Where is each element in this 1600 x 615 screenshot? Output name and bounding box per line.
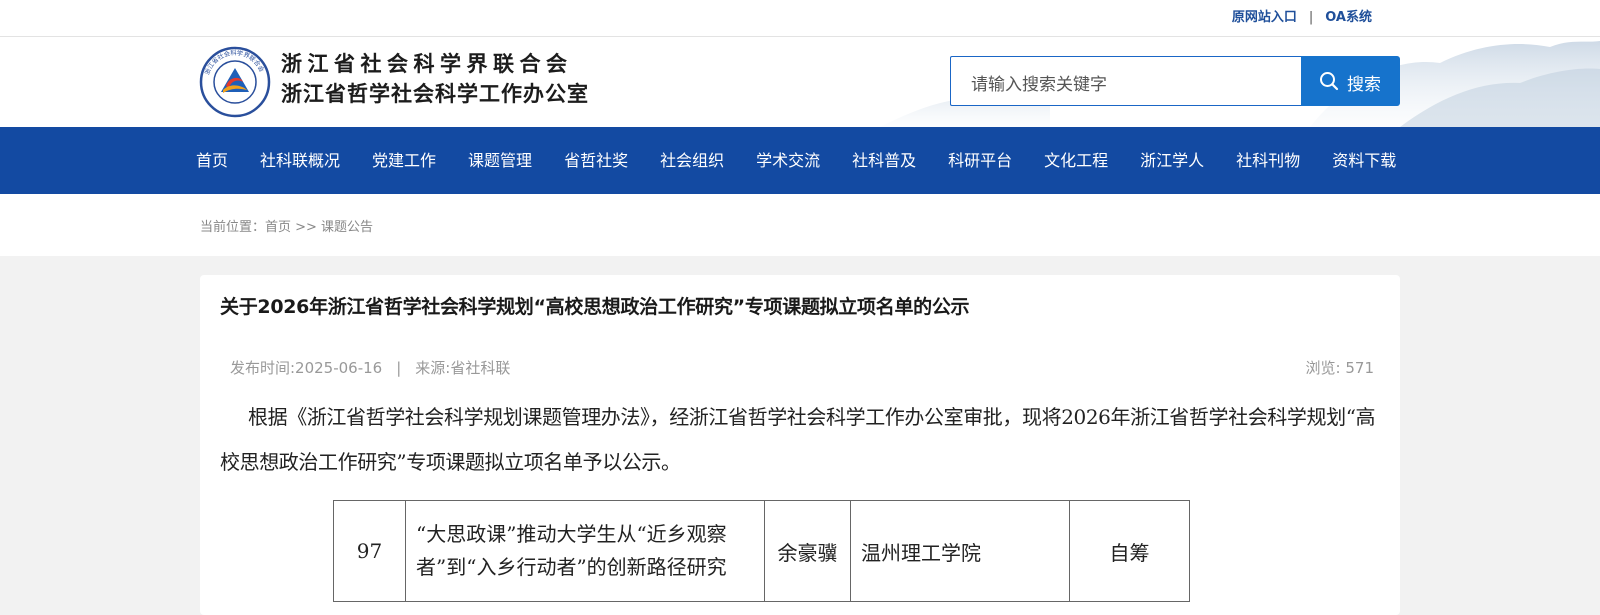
oa-system-link[interactable]: OA系统 xyxy=(1325,10,1372,25)
nav-item-downloads[interactable]: 资料下载 xyxy=(1316,127,1412,194)
search-placeholder: 请输入搜索关键字 xyxy=(971,75,1107,95)
article-title: 关于2026年浙江省哲学社会科学规划“高校思想政治工作研究”专项课题拟立项名单的… xyxy=(220,296,970,318)
search-input[interactable]: 请输入搜索关键字 xyxy=(950,56,1301,106)
project-topic: “大思政课”推动大学生从“近乡观察者”到“入乡行动者”的创新路径研究 xyxy=(405,500,765,602)
nav-item-journals[interactable]: 社科刊物 xyxy=(1220,127,1316,194)
org-name-line2: 浙江省哲学社会科学工作办公室 xyxy=(281,82,589,106)
nav-item-research-platform[interactable]: 科研平台 xyxy=(932,127,1028,194)
top-links-separator: | xyxy=(1308,10,1314,25)
search-button[interactable]: 搜索 xyxy=(1301,56,1400,106)
org-name-line1: 浙江省社会科学界联合会 xyxy=(281,52,573,76)
article-source: 来源:省社科联 xyxy=(415,359,511,377)
table-row: 97 “大思政课”推动大学生从“近乡观察者”到“入乡行动者”的创新路径研究 余豪… xyxy=(333,500,1190,602)
project-table: 97 “大思政课”推动大学生从“近乡观察者”到“入乡行动者”的创新路径研究 余豪… xyxy=(333,500,1190,602)
nav-item-academic-exchange[interactable]: 学术交流 xyxy=(740,127,836,194)
project-funding: 自筹 xyxy=(1069,500,1190,602)
publish-time: 发布时间:2025-06-16 xyxy=(230,359,383,377)
project-leader: 余豪骥 xyxy=(764,500,851,602)
breadcrumb-bar: 当前位置：首页 >> 课题公告 xyxy=(0,194,1600,256)
view-count: 浏览: 571 xyxy=(1305,359,1374,377)
search-button-label: 搜索 xyxy=(1347,75,1381,95)
nav-item-provincial-award[interactable]: 省哲社奖 xyxy=(548,127,644,194)
nav-item-overview[interactable]: 社科联概况 xyxy=(244,127,356,194)
search-bar: 请输入搜索关键字 搜索 xyxy=(950,56,1400,106)
nav-item-home[interactable]: 首页 xyxy=(180,127,244,194)
site-header: 浙江省社会科学界联合会 浙江省社会科学界联合会 浙江省哲学社会科学工作办公室 请… xyxy=(0,37,1600,127)
nav-item-popularization[interactable]: 社科普及 xyxy=(836,127,932,194)
original-site-link[interactable]: 原网站入口 xyxy=(1232,10,1297,25)
org-name: 浙江省社会科学界联合会 浙江省哲学社会科学工作办公室 xyxy=(281,49,589,109)
main-nav: 首页 社科联概况 党建工作 课题管理 省哲社奖 社会组织 学术交流 社科普及 科… xyxy=(0,127,1600,194)
nav-item-project-management[interactable]: 课题管理 xyxy=(452,127,548,194)
article-meta: 发布时间:2025-06-16 | 来源:省社科联 xyxy=(230,357,510,378)
article-paragraph: 根据《浙江省哲学社会科学规划课题管理办法》，经浙江省哲学社会科学工作办公室审批，… xyxy=(220,405,1376,474)
nav-item-social-organizations[interactable]: 社会组织 xyxy=(644,127,740,194)
search-icon xyxy=(1320,72,1339,91)
top-utility-bar: 原网站入口 | OA系统 xyxy=(0,0,1600,37)
nav-item-culture-project[interactable]: 文化工程 xyxy=(1028,127,1124,194)
nav-item-zhejiang-scholars[interactable]: 浙江学人 xyxy=(1124,127,1220,194)
org-logo[interactable]: 浙江省社会科学界联合会 xyxy=(199,46,271,118)
project-number: 97 xyxy=(333,500,406,602)
top-links: 原网站入口 | OA系统 xyxy=(1232,6,1372,25)
breadcrumb: 当前位置：首页 >> 课题公告 xyxy=(200,220,374,235)
meta-separator: | xyxy=(396,359,402,377)
project-institution: 温州理工学院 xyxy=(850,500,1070,602)
article-card: 关于2026年浙江省哲学社会科学规划“高校思想政治工作研究”专项课题拟立项名单的… xyxy=(200,275,1400,615)
nav-item-party-building[interactable]: 党建工作 xyxy=(356,127,452,194)
